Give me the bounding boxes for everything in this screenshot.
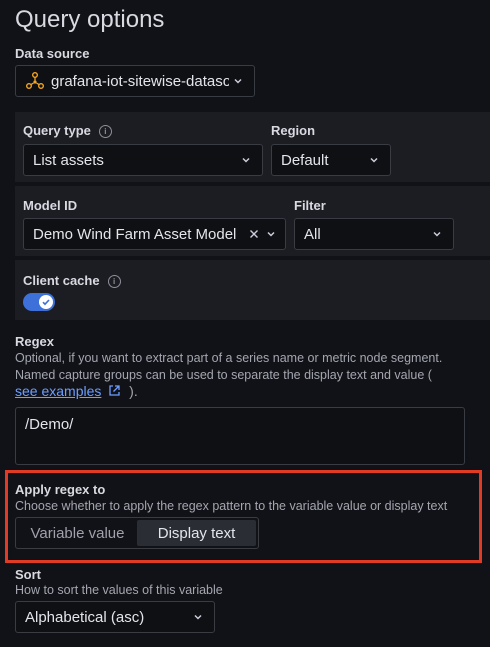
client-cache-panel bbox=[15, 260, 490, 320]
toggle-knob bbox=[39, 295, 53, 309]
query-type-label: Query type i bbox=[23, 123, 112, 138]
filter-select[interactable]: All bbox=[294, 218, 454, 250]
data-source-value: grafana-iot-sitewise-datasource bbox=[51, 72, 229, 90]
region-select[interactable]: Default bbox=[271, 144, 391, 176]
variable-value-option[interactable]: Variable value bbox=[18, 520, 137, 546]
data-source-select[interactable]: grafana-iot-sitewise-datasource bbox=[15, 65, 255, 97]
see-examples-link[interactable]: see examples bbox=[15, 383, 101, 399]
regex-input[interactable]: /Demo/ bbox=[15, 407, 465, 465]
regex-desc-line2: Named capture groups can be used to sepa… bbox=[15, 368, 432, 382]
sitewise-datasource-icon bbox=[26, 72, 44, 89]
sort-value: Alphabetical (asc) bbox=[25, 608, 145, 626]
regex-desc-end: ). bbox=[129, 383, 138, 399]
clear-icon[interactable] bbox=[248, 228, 260, 240]
model-id-value: Demo Wind Farm Asset Model bbox=[33, 225, 237, 243]
page-title: Query options bbox=[15, 6, 165, 33]
regex-label: Regex bbox=[15, 334, 55, 349]
display-text-option[interactable]: Display text bbox=[137, 520, 256, 546]
query-type-select[interactable]: List assets bbox=[23, 144, 263, 176]
apply-regex-radio-group: Variable value Display text bbox=[15, 517, 259, 549]
regex-examples-line: see examples ). bbox=[15, 383, 138, 399]
apply-regex-label: Apply regex to bbox=[15, 482, 106, 497]
filter-value: All bbox=[304, 225, 321, 243]
region-value: Default bbox=[281, 151, 329, 169]
chevron-down-icon bbox=[242, 157, 250, 163]
chevron-down-icon bbox=[267, 231, 275, 237]
apply-regex-description: Choose whether to apply the regex patter… bbox=[15, 499, 448, 513]
client-cache-label: Client cache i bbox=[23, 273, 121, 288]
sort-description: How to sort the values of this variable bbox=[15, 583, 223, 597]
chevron-down-icon bbox=[433, 231, 441, 237]
filter-label: Filter bbox=[294, 198, 326, 213]
data-source-label: Data source bbox=[15, 46, 90, 61]
model-id-select[interactable]: Demo Wind Farm Asset Model bbox=[23, 218, 286, 250]
query-type-value: List assets bbox=[33, 151, 104, 169]
model-id-label: Model ID bbox=[23, 198, 78, 213]
regex-desc-line1: Optional, if you want to extract part of… bbox=[15, 351, 443, 365]
chevron-down-icon bbox=[370, 157, 378, 163]
external-link-icon[interactable] bbox=[108, 384, 121, 397]
sort-select[interactable]: Alphabetical (asc) bbox=[15, 601, 215, 633]
chevron-down-icon bbox=[194, 614, 202, 620]
chevron-down-icon bbox=[234, 78, 242, 84]
client-cache-toggle[interactable] bbox=[23, 293, 55, 311]
info-icon: i bbox=[98, 125, 112, 138]
region-label: Region bbox=[271, 123, 316, 138]
regex-description: Optional, if you want to extract part of… bbox=[15, 350, 487, 384]
sort-label: Sort bbox=[15, 567, 41, 582]
info-icon: i bbox=[107, 275, 121, 288]
check-icon bbox=[42, 299, 50, 306]
